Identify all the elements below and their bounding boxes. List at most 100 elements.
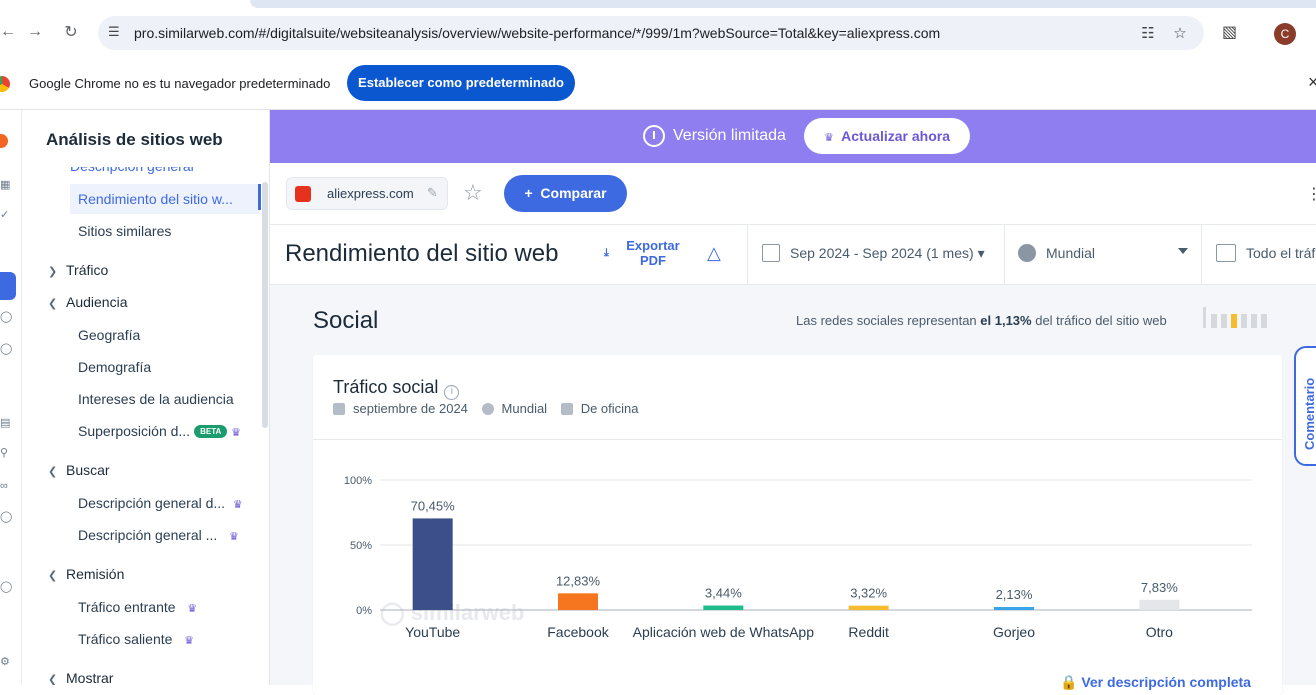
sidebar-group-mostrar[interactable]: ❮ Mostrar xyxy=(48,670,113,685)
card-date: septiembre de 2024 xyxy=(353,401,468,416)
category-label: Otro xyxy=(1146,624,1173,640)
close-icon[interactable]: × xyxy=(1308,72,1316,93)
meter-bar-active xyxy=(1231,314,1237,328)
sidebar-item-similar-sites[interactable]: Sitios similares xyxy=(78,223,171,239)
sidebar-item-demografia[interactable]: Demografía xyxy=(78,359,151,375)
download-icon: ⤓ xyxy=(604,247,609,259)
site-name: aliexpress.com xyxy=(327,186,414,201)
app-globe-icon[interactable]: ◯ xyxy=(0,580,14,594)
category-label: YouTube xyxy=(405,624,460,640)
meter-bar xyxy=(1221,314,1227,328)
back-icon[interactable]: ← xyxy=(0,20,20,44)
set-default-button[interactable]: Establecer como predeterminado xyxy=(347,65,575,101)
info-icon[interactable]: i xyxy=(444,385,460,400)
see-more-label: Ver descripción completa xyxy=(1081,674,1251,690)
reload-icon[interactable]: ↻ xyxy=(59,20,83,44)
see-full-overview-link[interactable]: 🔒 Ver descripción completa xyxy=(1060,674,1251,691)
chart-check-icon[interactable]: ✓ xyxy=(0,208,14,222)
item-label: Descripción general d... xyxy=(78,495,226,511)
meter-bar xyxy=(1241,314,1247,328)
favorite-star-icon[interactable]: ☆ xyxy=(463,180,483,206)
sidebar: Análisis de sitios web Descripción gener… xyxy=(22,110,270,685)
sidebar-item-buscar-2[interactable]: Descripción general ... ♛ xyxy=(78,527,239,543)
sidebar-group-buscar[interactable]: ❮ Buscar xyxy=(48,462,110,478)
infobar-message: Google Chrome no es tu navegador predete… xyxy=(29,76,331,91)
url-text[interactable]: pro.similarweb.com/#/digitalsuite/websit… xyxy=(134,25,940,41)
calendar-icon xyxy=(333,403,345,415)
crown-icon: ♛ xyxy=(231,427,242,439)
device-selector[interactable]: Todo el tráfico xyxy=(1216,244,1316,262)
upgrade-button[interactable]: ♛ Actualizar ahora xyxy=(804,118,970,154)
pencil-icon[interactable]: ✎ xyxy=(427,185,438,201)
market-icon[interactable]: ◯ xyxy=(0,342,14,356)
crown-icon: ♛ xyxy=(228,531,239,543)
share-value: el 1,13% xyxy=(980,313,1032,328)
address-bar[interactable]: ☰ pro.similarweb.com/#/digitalsuite/webs… xyxy=(98,16,1204,50)
settings-icon[interactable]: ⚙ xyxy=(0,655,14,669)
divider xyxy=(1201,225,1202,284)
bar xyxy=(558,593,598,610)
bar xyxy=(994,607,1034,610)
sidebar-item-superposicion[interactable]: Superposición d... BETA ♛ xyxy=(78,423,241,439)
export-label: Exportar PDF xyxy=(626,238,680,268)
card-title-text: Tráfico social xyxy=(333,377,439,397)
feedback-tab[interactable]: Comentario xyxy=(1294,346,1316,466)
bar xyxy=(703,605,744,610)
browser-toolbar: ← → ↻ ☰ pro.similarweb.com/#/digitalsuit… xyxy=(0,0,1316,58)
group-label: Mostrar xyxy=(66,670,114,685)
calendar-icon xyxy=(762,244,780,262)
sidebar-selected-indicator xyxy=(258,184,261,210)
graduation-cap-icon[interactable]: △ xyxy=(707,243,721,264)
crown-icon: ♛ xyxy=(232,499,243,511)
category-label: Reddit xyxy=(848,624,889,640)
apps-icon[interactable]: ▦ xyxy=(0,178,14,192)
translate-icon[interactable]: ☷ xyxy=(1138,24,1158,44)
date-range-label: Sep 2024 - Sep 2024 (1 mes) xyxy=(790,245,974,261)
category-label: Facebook xyxy=(547,624,609,640)
caret-down-icon[interactable] xyxy=(1178,248,1188,254)
sidebar-item-intereses[interactable]: Intereses de la audiencia xyxy=(78,391,234,407)
search-icon[interactable]: ⚲ xyxy=(0,446,14,460)
compare-label: Comparar xyxy=(540,185,607,201)
building-icon[interactable]: ▤ xyxy=(0,416,14,430)
sidebar-item-buscar-1[interactable]: Descripción general d... ♛ xyxy=(78,495,243,511)
globe-icon xyxy=(481,403,494,415)
limited-version-label: Versión limitada xyxy=(673,127,786,144)
bookmark-star-icon[interactable]: ☆ xyxy=(1170,24,1190,44)
group-label: Tráfico xyxy=(66,262,109,278)
sidebar-item-trafico-saliente[interactable]: Tráfico saliente ♛ xyxy=(78,631,194,647)
shield-icon[interactable]: ◯ xyxy=(0,510,14,524)
sidebar-item-trafico-entrante[interactable]: Tráfico entrante ♛ xyxy=(78,599,197,615)
date-range-selector[interactable]: Sep 2024 - Sep 2024 (1 mes) ▾ xyxy=(762,244,985,262)
site-chip[interactable]: aliexpress.com ✎ xyxy=(286,177,448,210)
forward-icon[interactable]: → xyxy=(23,20,47,44)
similarweb-logo-icon xyxy=(0,134,8,148)
sidebar-item-website-performance[interactable]: Rendimiento del sitio w... xyxy=(78,191,233,207)
extensions-icon[interactable]: ▧ xyxy=(1222,22,1242,42)
globe-icon[interactable]: ◯ xyxy=(0,310,14,324)
sidebar-item-overview[interactable]: Descripción general xyxy=(70,167,194,174)
chevron-right-icon: ❯ xyxy=(48,266,58,278)
compare-button[interactable]: + Comparar xyxy=(504,175,627,212)
item-label: Descripción general ... xyxy=(78,527,218,543)
desktop-icon xyxy=(560,403,573,415)
data-label: 7,83% xyxy=(1141,580,1178,595)
sidebar-group-audiencia[interactable]: ❮ Audiencia xyxy=(48,294,128,310)
profile-avatar[interactable]: C xyxy=(1274,23,1296,45)
website-analysis-icon[interactable] xyxy=(0,272,16,300)
link-icon[interactable]: ∞ xyxy=(0,480,14,494)
category-label: Gorjeo xyxy=(993,624,1035,640)
divider xyxy=(270,224,1316,225)
item-label: Tráfico entrante xyxy=(78,599,176,615)
item-label: Superposición d... xyxy=(78,423,191,439)
sidebar-group-trafico[interactable]: ❯ Tráfico xyxy=(48,262,108,278)
sidebar-item-geografia[interactable]: Geografía xyxy=(78,327,140,343)
data-label: 2,13% xyxy=(996,587,1033,602)
region-selector[interactable]: Mundial xyxy=(1018,244,1095,262)
site-settings-icon[interactable]: ☰ xyxy=(108,24,126,42)
more-options-icon[interactable]: ⋮ xyxy=(1306,184,1316,204)
sidebar-group-remision[interactable]: ❮ Remisión xyxy=(48,566,124,582)
sidebar-scrollbar[interactable] xyxy=(262,182,268,428)
chevron-down-icon: ❮ xyxy=(48,570,58,582)
crown-icon: ♛ xyxy=(187,603,198,615)
